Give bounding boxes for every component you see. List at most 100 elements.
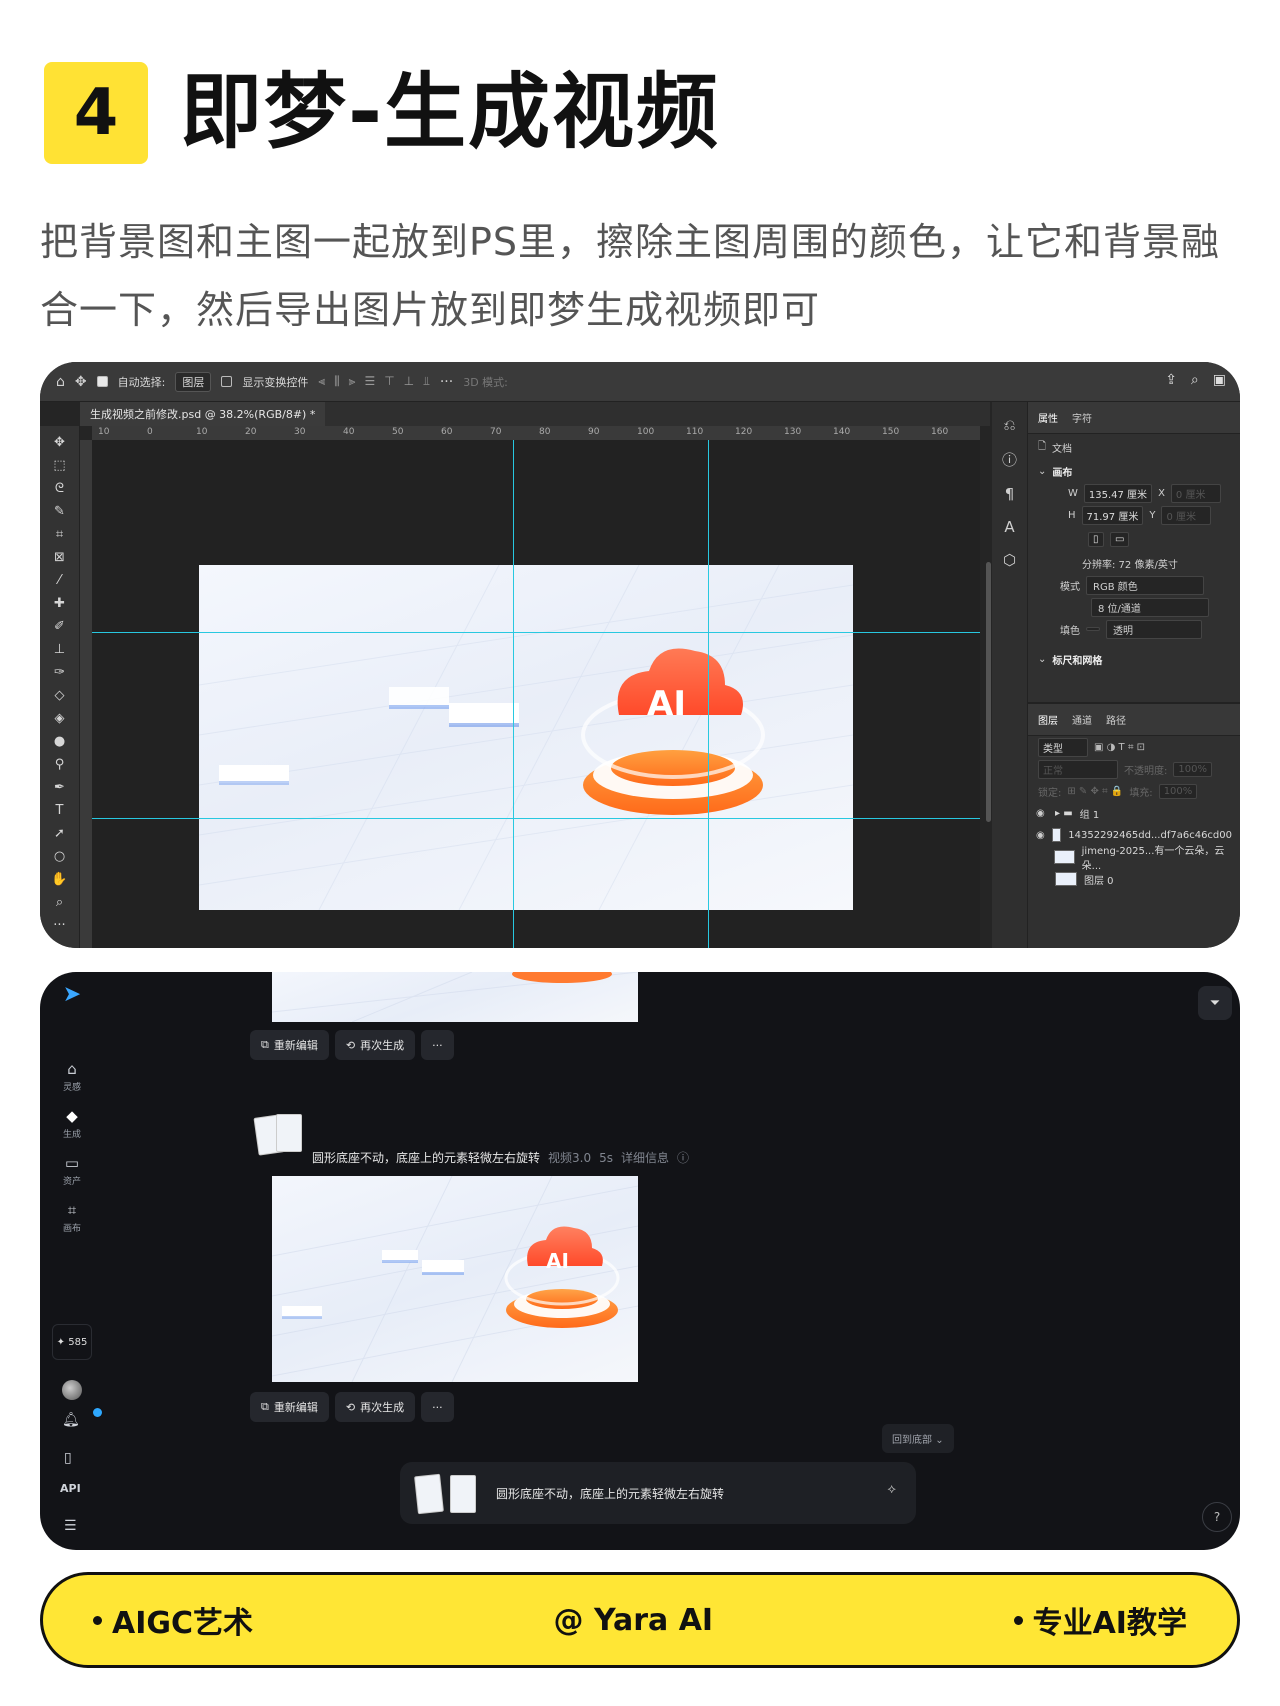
landscape-icon[interactable]: ▭ (1110, 531, 1130, 547)
lasso-tool-icon[interactable]: ᘓ (49, 480, 71, 498)
layer-filter-select[interactable]: 类型 (1038, 737, 1088, 757)
auto-select-checkbox[interactable] (96, 376, 108, 387)
opacity-field[interactable]: 100% (1173, 761, 1212, 777)
y-field[interactable]: 0 厘米 (1161, 505, 1212, 525)
type-tool-icon[interactable]: T (49, 802, 71, 820)
3d-cube-icon[interactable]: ⬡ (1003, 551, 1016, 569)
info-icon[interactable]: ⓘ (677, 1149, 689, 1166)
filter-icon[interactable]: ⏷ (1198, 986, 1232, 1020)
more-tools-icon[interactable]: ··· (49, 917, 71, 935)
fill-swatch[interactable] (1086, 627, 1100, 631)
more-button[interactable]: ··· (421, 1030, 454, 1060)
generated-video-thumbnail[interactable]: AI (272, 1176, 638, 1382)
layer-row[interactable]: ◉ ▸ ▬ 组 1 (1028, 802, 1240, 824)
reedit-button[interactable]: ⧉ 重新编辑 (250, 1392, 329, 1422)
brush-tool-icon[interactable]: ✐ (49, 618, 71, 636)
bit-depth-select[interactable]: 8 位/通道 (1091, 597, 1209, 617)
portrait-icon[interactable]: ▯ (1088, 531, 1104, 547)
hand-tool-icon[interactable]: ✋ (49, 871, 71, 889)
height-field[interactable]: 71.97 厘米 (1081, 505, 1144, 525)
nav-item-canvas[interactable]: ⌗ 画布 (63, 1201, 81, 1234)
chevron-down-icon[interactable]: ⌄ (1038, 654, 1046, 665)
nav-item-sparkle[interactable]: ◆ 生成 (63, 1107, 81, 1140)
help-icon[interactable]: ? (1202, 1502, 1232, 1532)
eyedropper-icon[interactable]: ⁄ (49, 572, 71, 590)
canvas-area[interactable]: AI (92, 440, 980, 948)
send-icon[interactable]: ⟡ (887, 1482, 896, 1497)
search-icon[interactable]: ⌕ (1191, 372, 1199, 388)
eraser-tool-icon[interactable]: ◇ (49, 687, 71, 705)
paragraph-icon[interactable]: ¶ (1005, 485, 1015, 503)
history-icon[interactable]: ⎌ (1003, 416, 1015, 434)
quick-select-icon[interactable]: ✎ (49, 503, 71, 521)
guide-horizontal[interactable] (92, 818, 980, 819)
prompt-input-text[interactable]: 圆形底座不动，底座上的元素轻微左右旋转 (496, 1485, 724, 1502)
move-tool-icon[interactable]: ✥ (49, 434, 71, 452)
fill-select[interactable]: 透明 (1106, 619, 1202, 639)
zoom-tool-icon[interactable]: ⌕ (49, 894, 71, 912)
layer-filter-icons[interactable]: ▣ ◑ T ⌗ ⊡ (1094, 742, 1145, 753)
chevron-down-icon[interactable]: ⌄ (1038, 466, 1046, 477)
api-link[interactable]: API (60, 1482, 81, 1495)
back-to-bottom-button[interactable]: 回到底部 ⌄ (882, 1424, 954, 1453)
ellipse-tool-icon[interactable]: ○ (49, 848, 71, 866)
dodge-tool-icon[interactable]: ⚲ (49, 756, 71, 774)
info-icon[interactable]: ⓘ (1002, 449, 1017, 470)
prompt-input-bar[interactable]: 圆形底座不动，底座上的元素轻微左右旋转 ⟡ (400, 1462, 916, 1524)
pen-tool-icon[interactable]: ✒ (49, 779, 71, 797)
input-reference-thumbnails[interactable] (414, 1473, 482, 1515)
healing-brush-icon[interactable]: ✚ (49, 595, 71, 613)
x-field[interactable]: 0 厘米 (1170, 483, 1221, 503)
frame-tool-icon[interactable]: ⊠ (49, 549, 71, 567)
marquee-tool-icon[interactable]: ⬚ (49, 457, 71, 475)
reference-thumbnails[interactable] (250, 1112, 306, 1156)
regenerate-button[interactable]: ⟲ 再次生成 (334, 1030, 416, 1060)
share-icon[interactable]: ⇪ (1165, 372, 1177, 388)
blur-tool-icon[interactable]: ● (49, 733, 71, 751)
width-field[interactable]: 135.47 厘米 (1083, 483, 1153, 503)
path-select-icon[interactable]: ➚ (49, 825, 71, 843)
blend-mode-select[interactable]: 正常 (1038, 759, 1118, 779)
character-icon[interactable]: A (1004, 518, 1014, 536)
avatar[interactable] (62, 1380, 82, 1400)
tab-channels[interactable]: 通道 (1072, 712, 1092, 727)
phone-icon[interactable]: ▯ (64, 1450, 72, 1466)
menu-icon[interactable]: ☰ (64, 1518, 77, 1534)
more-options-icon[interactable]: ··· (440, 374, 453, 390)
reedit-button[interactable]: ⧉ 重新编辑 (250, 1030, 329, 1060)
jimeng-logo-icon[interactable]: ➤ (58, 982, 86, 1010)
tab-properties[interactable]: 属性 (1038, 410, 1058, 425)
home-icon[interactable]: ⌂ (56, 374, 65, 390)
guide-vertical[interactable] (513, 440, 514, 948)
show-transform-checkbox[interactable] (221, 376, 233, 387)
eye-icon[interactable]: ◉ (1036, 830, 1045, 841)
details-link[interactable]: 详细信息 (621, 1149, 669, 1166)
previous-video-thumbnail[interactable] (272, 972, 638, 1022)
stamp-tool-icon[interactable]: ⊥ (49, 641, 71, 659)
document-tab[interactable]: 生成视频之前修改.psd @ 38.2%(RGB/8#) * (80, 402, 326, 426)
crop-tool-icon[interactable]: ⌗ (49, 526, 71, 544)
mode-select[interactable]: RGB 颜色 (1086, 575, 1204, 595)
workspace-icon[interactable]: ▣ (1213, 372, 1226, 388)
tab-character[interactable]: 字符 (1072, 410, 1092, 425)
layer-fill-field[interactable]: 100% (1158, 783, 1198, 799)
eye-icon[interactable]: ◉ (1036, 808, 1048, 819)
credits-badge[interactable]: ✦ 585 (52, 1324, 92, 1360)
lock-icons[interactable]: ⊞ ✎ ✥ ⌗ 🔒 (1067, 786, 1123, 797)
move-tool-icon[interactable]: ✥ (75, 374, 87, 390)
more-button[interactable]: ··· (421, 1392, 454, 1422)
nav-item-home[interactable]: ⌂ 灵感 (63, 1060, 81, 1093)
history-brush-icon[interactable]: ✑ (49, 664, 71, 682)
tab-layers[interactable]: 图层 (1038, 712, 1058, 727)
layer-row[interactable]: jimeng-2025...有一个云朵，云朵... (1028, 846, 1240, 872)
nav-item-folder[interactable]: ▭ 资产 (63, 1154, 81, 1187)
canvas-scrollbar[interactable] (986, 562, 991, 822)
regenerate-button[interactable]: ⟲ 再次生成 (334, 1392, 416, 1422)
align-controls[interactable]: ⫷ ⫼ ⫸ ☰ ⊤ ⊥ ⫫ (318, 374, 430, 389)
guide-vertical[interactable] (708, 440, 709, 948)
tab-paths[interactable]: 路径 (1106, 712, 1126, 727)
auto-select-dropdown[interactable]: 图层 (175, 371, 212, 392)
bucket-tool-icon[interactable]: ◈ (49, 710, 71, 728)
bell-icon[interactable]: 🔔︎ (62, 1408, 102, 1428)
guide-horizontal[interactable] (92, 632, 980, 633)
